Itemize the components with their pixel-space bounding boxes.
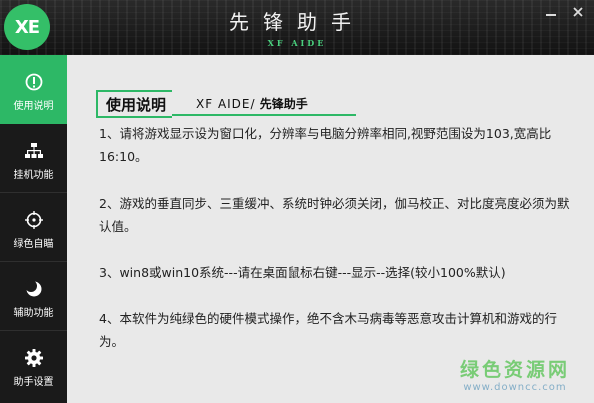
info-icon (0, 73, 67, 91)
heading-subtitle: XF AIDE/ 先锋助手 (196, 95, 308, 112)
moon-icon (0, 280, 67, 298)
section-heading: 使用说明 XF AIDE/ 先锋助手 (96, 90, 456, 118)
sidebar: 使用说明 挂机功能 绿色自瞄 辅助功能 助手设置 (0, 55, 67, 403)
sidebar-item-label: 使用说明 (13, 101, 54, 112)
minimize-icon (546, 14, 556, 16)
heading-sub-cn: 先锋助手 (259, 97, 308, 111)
sidebar-item-assist[interactable]: 辅助功能 (0, 262, 67, 331)
close-button[interactable] (568, 2, 588, 22)
sidebar-item-afk[interactable]: 挂机功能 (0, 124, 67, 193)
sidebar-item-settings[interactable]: 助手设置 (0, 331, 67, 400)
gear-icon (0, 349, 67, 367)
instruction-paragraph: 2、游戏的垂直同步、三重缓冲、系统时钟必须关闭，伽马校正、对比度亮度必须为默认值… (99, 196, 570, 234)
sidebar-item-label: 助手设置 (13, 377, 54, 388)
instruction-paragraph: 1、请将游戏显示设为窗口化，分辨率与电脑分辨率相同,视野范围设为103,宽高比1… (99, 126, 552, 164)
sidebar-item-instructions[interactable]: 使用说明 (0, 55, 67, 124)
sidebar-item-label: 绿色自瞄 (13, 239, 54, 250)
watermark-url: www.downcc.com (463, 382, 567, 393)
minimize-button[interactable] (541, 2, 561, 22)
watermark: 绿色资源网 www.downcc.com (460, 355, 570, 393)
app-title: 先锋助手 (229, 10, 365, 34)
sidebar-item-aim[interactable]: 绿色自瞄 (0, 193, 67, 262)
heading-sub-latin: XF AIDE/ (196, 97, 256, 111)
sidebar-item-label: 辅助功能 (13, 308, 54, 319)
instruction-paragraph: 3、win8或win10系统---请在桌面鼠标右键---显示--选择(较小100… (99, 265, 506, 280)
close-icon (573, 7, 583, 17)
watermark-name: 绿色资源网 (459, 359, 570, 381)
crosshair-icon (0, 211, 67, 229)
hierarchy-icon (0, 142, 67, 160)
heading-title: 使用说明 (96, 90, 173, 118)
title-bar: XE 先锋助手 XF AIDE (0, 0, 594, 55)
instruction-paragraph: 4、本软件为纯绿色的硬件模式操作，绝不含木马病毒等恶意攻击计算机和游戏的行为。 (99, 311, 557, 349)
sidebar-item-label: 挂机功能 (13, 170, 54, 181)
main-content: 使用说明 XF AIDE/ 先锋助手 1、请将游戏显示设为窗口化，分辨率与电脑分… (67, 55, 594, 403)
app-subtitle: XF AIDE (267, 38, 327, 48)
